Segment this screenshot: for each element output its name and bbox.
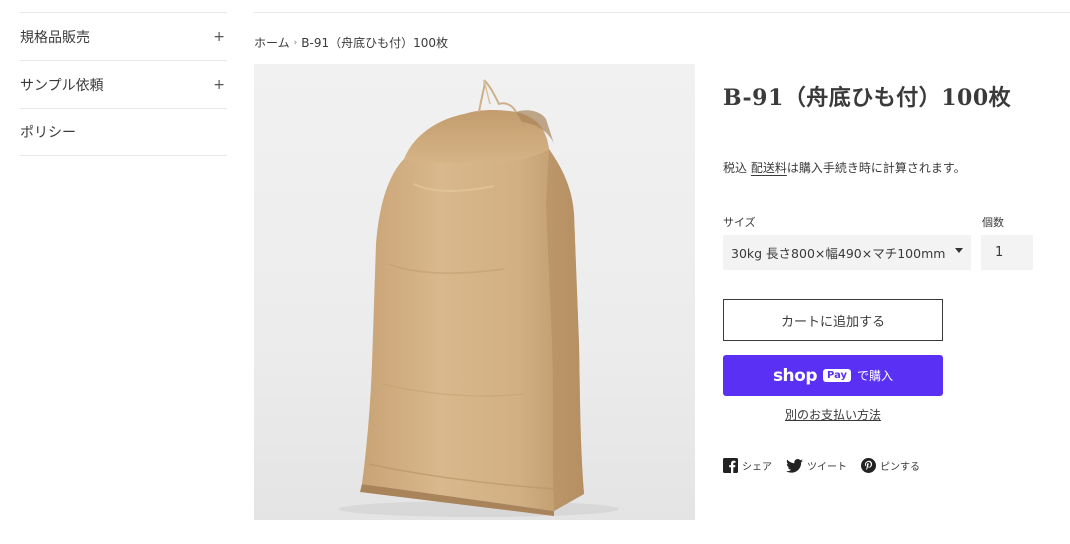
breadcrumb-current: B-91（舟底ひも付）100枚 <box>301 36 448 50</box>
kraft-paper-bag-image <box>339 79 619 517</box>
sidebar-nav: 規格品販売 + サンプル依頼 + ポリシー <box>20 12 227 156</box>
shipping-link[interactable]: 配送料 <box>751 161 787 175</box>
top-divider <box>254 12 1070 13</box>
size-select-value: 30kg 長さ800×幅490×マチ100mm <box>731 246 946 261</box>
product-image[interactable] <box>254 64 695 520</box>
size-label: サイズ <box>723 216 756 229</box>
quantity-label: 個数 <box>982 216 1004 229</box>
twitter-icon <box>786 458 803 473</box>
shop-pay-button[interactable]: shop Pay で購入 <box>723 355 943 396</box>
plus-icon[interactable]: + <box>213 77 225 93</box>
share-pinterest[interactable]: ピンする <box>861 458 920 473</box>
caret-down-icon <box>955 248 963 253</box>
tax-included-text: 税込 <box>723 161 748 175</box>
quantity-input[interactable] <box>981 235 1033 270</box>
sidebar-item-label: 規格品販売 <box>20 29 90 46</box>
tax-shipping-note: 税込 配送料は購入手続き時に計算されます。 <box>723 159 966 176</box>
shop-pay-logo-text: shop <box>772 365 818 386</box>
share-label: シェア <box>742 462 772 473</box>
breadcrumb-separator: › <box>293 37 298 48</box>
breadcrumb-home-link[interactable]: ホーム <box>254 34 290 51</box>
plus-icon[interactable]: + <box>213 29 225 45</box>
tax-note-text: は購入手続き時に計算されます。 <box>786 161 966 175</box>
share-facebook[interactable]: シェア <box>723 458 772 473</box>
facebook-icon <box>723 458 738 473</box>
add-to-cart-button[interactable]: カートに追加する <box>723 299 943 341</box>
product-title: B-91（舟底ひも付）100枚 <box>723 85 1012 111</box>
sidebar-item-policy[interactable]: ポリシー <box>20 108 227 156</box>
breadcrumb: ホーム › B-91（舟底ひも付）100枚 <box>254 34 448 51</box>
pin-label: ピンする <box>880 462 920 473</box>
sidebar-item-label: ポリシー <box>20 125 76 141</box>
sidebar-item-label: サンプル依頼 <box>20 77 104 94</box>
shop-pay-badge: Pay <box>823 369 852 382</box>
share-twitter[interactable]: ツイート <box>786 458 847 473</box>
size-select[interactable]: 30kg 長さ800×幅490×マチ100mm <box>723 235 971 270</box>
sidebar-item-sample-request[interactable]: サンプル依頼 + <box>20 60 227 108</box>
sidebar-item-standard-products[interactable]: 規格品販売 + <box>20 12 227 60</box>
tweet-label: ツイート <box>807 462 847 473</box>
social-share-bar: シェア ツイート ピンする <box>723 458 920 473</box>
pinterest-icon <box>861 458 876 473</box>
more-payment-options-link[interactable]: 別のお支払い方法 <box>723 406 943 423</box>
shop-pay-label: で購入 <box>857 369 894 383</box>
